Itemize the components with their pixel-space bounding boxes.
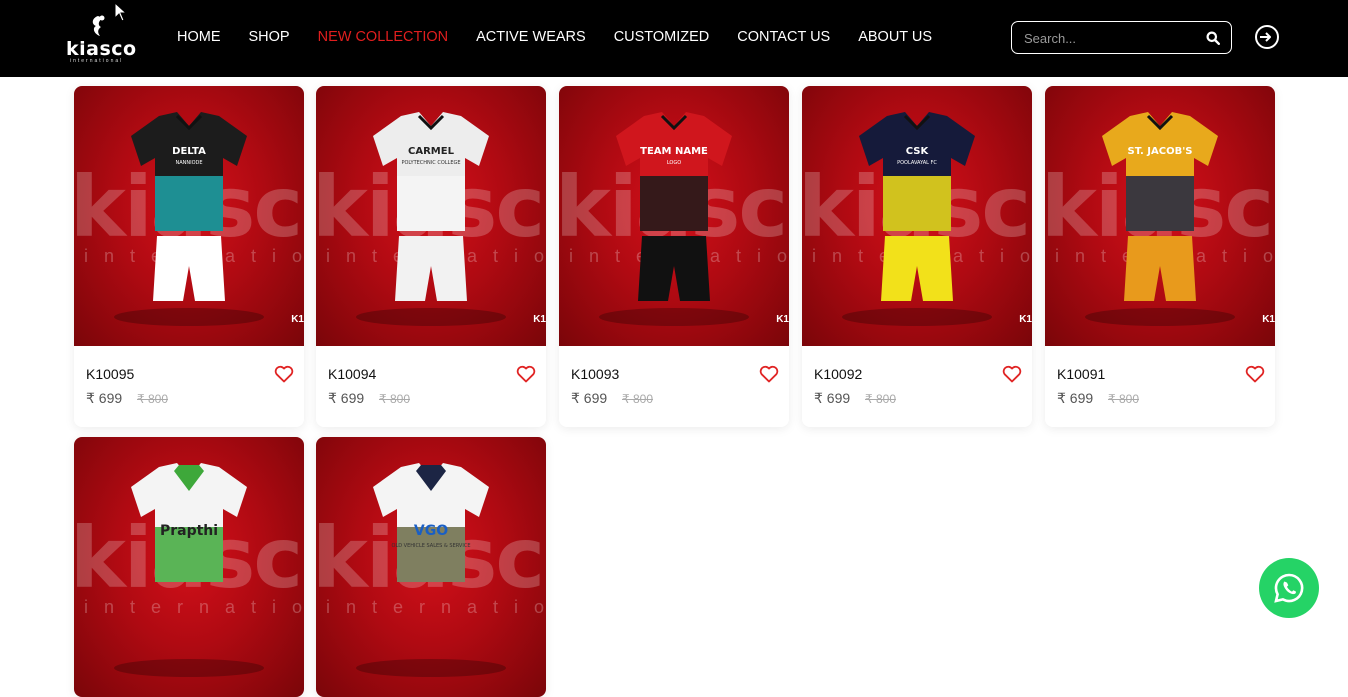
- product-badge: K1: [776, 314, 789, 325]
- brand-tagline: international: [70, 58, 124, 64]
- product-card[interactable]: kiasco international CARMEL POLYTECHNIC …: [316, 86, 546, 427]
- product-thumbnail[interactable]: kiasco international CSK POOLAVAYAL FC K…: [802, 86, 1032, 346]
- product-old-price: ₹ 800: [379, 392, 410, 406]
- product-price: ₹ 699: [571, 390, 608, 406]
- top-navbar: kiasco international HOME SHOP NEW COLLE…: [0, 0, 1348, 77]
- product-old-price: ₹ 800: [1108, 392, 1139, 406]
- svg-text:POOLAVAYAL FC: POOLAVAYAL FC: [897, 160, 937, 166]
- jersey-print: ST. JACOB'S: [1128, 146, 1193, 157]
- product-code[interactable]: K10092: [814, 366, 862, 382]
- nav-contact-us[interactable]: CONTACT US: [737, 28, 830, 46]
- wishlist-heart-icon[interactable]: [759, 365, 779, 383]
- product-thumbnail[interactable]: kiasco international TEAM NAME LOGO K1: [559, 86, 789, 346]
- product-info: K10094 ₹ 699 ₹ 800: [316, 346, 546, 427]
- jersey-print: DELTA: [172, 146, 206, 157]
- product-info: K10095 ₹ 699 ₹ 800: [74, 346, 304, 427]
- product-badge: K1: [1019, 314, 1032, 325]
- product-card[interactable]: kiasco international ST. JACOB'S K1 K100…: [1045, 86, 1275, 427]
- search-box: [1011, 21, 1232, 54]
- product-price: ₹ 699: [86, 390, 123, 406]
- product-card[interactable]: kiasco international TEAM NAME LOGO K1 K…: [559, 86, 789, 427]
- nav-active-wears[interactable]: ACTIVE WEARS: [476, 28, 586, 46]
- product-old-price: ₹ 800: [137, 392, 168, 406]
- svg-text:POLYTECHNIC COLLEGE: POLYTECHNIC COLLEGE: [401, 160, 460, 166]
- product-price: ₹ 699: [1057, 390, 1094, 406]
- product-code[interactable]: K10094: [328, 366, 376, 382]
- login-icon[interactable]: [1254, 24, 1280, 50]
- jersey-image: Prapthi: [131, 463, 247, 582]
- whatsapp-icon: [1274, 573, 1304, 603]
- logo-mark-icon: [92, 15, 105, 36]
- nav-customized[interactable]: CUSTOMIZED: [614, 28, 710, 46]
- svg-text:NANNIODE: NANNIODE: [175, 160, 202, 166]
- product-old-price: ₹ 800: [865, 392, 896, 406]
- jersey-print: CSK: [906, 146, 930, 157]
- product-thumbnail[interactable]: kiasco international CARMEL POLYTECHNIC …: [316, 86, 546, 346]
- wishlist-heart-icon[interactable]: [274, 365, 294, 383]
- mouse-cursor-icon: [114, 2, 128, 22]
- jersey-print: Prapthi: [160, 523, 218, 539]
- nav-shop[interactable]: SHOP: [249, 28, 290, 46]
- search-input[interactable]: [1024, 29, 1194, 47]
- product-thumbnail[interactable]: kiasco international Prapthi: [74, 437, 304, 697]
- product-thumbnail[interactable]: kiasco international DELTA NANNIODE K1: [74, 86, 304, 346]
- product-badge: K1: [1262, 314, 1275, 325]
- jersey-print: VGO: [414, 523, 448, 539]
- whatsapp-chat-button[interactable]: [1259, 558, 1319, 618]
- nav-about-us[interactable]: ABOUT US: [858, 28, 932, 46]
- svg-text:LOGO: LOGO: [667, 160, 681, 166]
- product-code[interactable]: K10093: [571, 366, 619, 382]
- product-badge: K1: [533, 314, 546, 325]
- jersey-image: VGO OLD VEHICLE SALES & SERVICE: [373, 463, 489, 582]
- jersey-print: CARMEL: [408, 146, 455, 157]
- product-info: K10092 ₹ 699 ₹ 800: [802, 346, 1032, 427]
- jersey-image: CARMEL POLYTECHNIC COLLEGE: [373, 112, 489, 301]
- jersey-image: CSK POOLAVAYAL FC: [859, 112, 975, 301]
- jersey-print: TEAM NAME: [640, 146, 708, 157]
- product-thumbnail[interactable]: kiasco international VGO OLD VEHICLE SAL…: [316, 437, 546, 697]
- product-card[interactable]: kiasco international DELTA NANNIODE K1 K…: [74, 86, 304, 427]
- product-code[interactable]: K10095: [86, 366, 134, 382]
- brand-name: kiasco: [66, 38, 137, 60]
- wishlist-heart-icon[interactable]: [1002, 365, 1022, 383]
- product-price: ₹ 699: [814, 390, 851, 406]
- jersey-image: ST. JACOB'S: [1102, 112, 1218, 301]
- product-info: K10093 ₹ 699 ₹ 800: [559, 346, 789, 427]
- nav-new-collection[interactable]: NEW COLLECTION: [318, 28, 449, 46]
- search-icon[interactable]: [1206, 31, 1220, 45]
- nav-home[interactable]: HOME: [177, 28, 221, 46]
- wishlist-heart-icon[interactable]: [1245, 365, 1265, 383]
- product-badge: K1: [291, 314, 304, 325]
- jersey-image: TEAM NAME LOGO: [616, 112, 732, 301]
- jersey-image: DELTA NANNIODE: [131, 112, 247, 301]
- product-code[interactable]: K10091: [1057, 366, 1105, 382]
- product-info: K10091 ₹ 699 ₹ 800: [1045, 346, 1275, 427]
- product-card[interactable]: kiasco international Prapthi: [74, 437, 304, 697]
- product-card[interactable]: kiasco international CSK POOLAVAYAL FC K…: [802, 86, 1032, 427]
- product-old-price: ₹ 800: [622, 392, 653, 406]
- svg-text:OLD VEHICLE SALES & SERVICE: OLD VEHICLE SALES & SERVICE: [392, 543, 471, 549]
- main-nav: HOME SHOP NEW COLLECTION ACTIVE WEARS CU…: [177, 28, 932, 46]
- product-price: ₹ 699: [328, 390, 365, 406]
- wishlist-heart-icon[interactable]: [516, 365, 536, 383]
- product-thumbnail[interactable]: kiasco international ST. JACOB'S K1: [1045, 86, 1275, 346]
- product-card[interactable]: kiasco international VGO OLD VEHICLE SAL…: [316, 437, 546, 697]
